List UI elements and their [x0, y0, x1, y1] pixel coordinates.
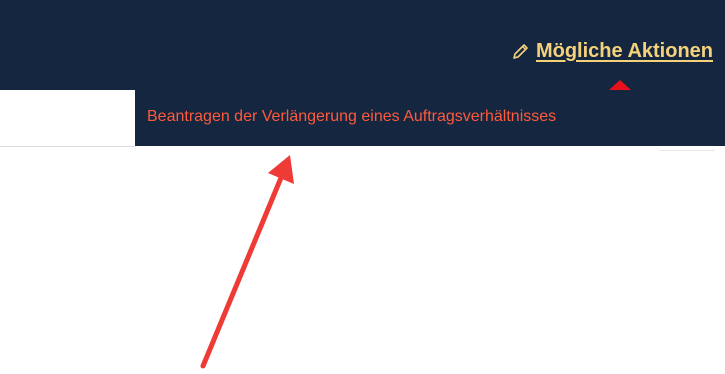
page: Mögliche Aktionen Beantragen der Verläng… [0, 0, 725, 374]
possible-actions-menu-button[interactable]: Mögliche Aktionen [510, 40, 713, 63]
top-navigation-bar: Mögliche Aktionen [0, 0, 725, 90]
content-strip [0, 90, 135, 147]
actions-dropdown-menu: Beantragen der Verlängerung eines Auftra… [135, 90, 725, 146]
possible-actions-label: Mögliche Aktionen [535, 40, 713, 62]
menu-item-request-extension[interactable]: Beantragen der Verlängerung eines Auftra… [147, 108, 556, 126]
pencil-icon [510, 42, 530, 62]
dropdown-caret-indicator [609, 80, 631, 90]
divider [660, 150, 715, 151]
